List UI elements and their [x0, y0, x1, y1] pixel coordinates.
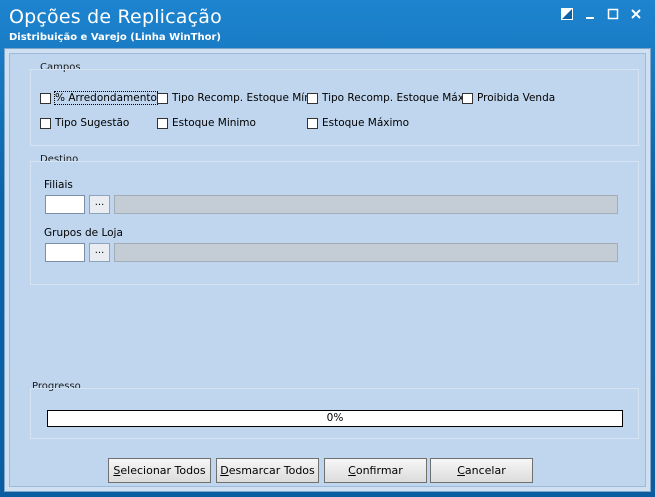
checkbox-label: Proibida Venda: [477, 92, 556, 104]
confirm-mnemonic: C: [348, 464, 356, 477]
checkbox-box[interactable]: [40, 117, 51, 129]
cancel-label: ancelar: [464, 464, 506, 477]
cancel-button[interactable]: Cancelar: [430, 458, 533, 483]
filiais-code-input[interactable]: [45, 195, 85, 214]
checkbox-proibida-venda[interactable]: Proibida Venda: [462, 91, 555, 105]
checkbox-label: Estoque Minimo: [172, 117, 256, 129]
checkbox-box[interactable]: [157, 92, 168, 104]
content-panel: Campos % Arredondamento Tipo Recomp. Est…: [9, 53, 646, 487]
checkbox-box[interactable]: [462, 92, 473, 104]
checkbox-label: Tipo Recomp. Estoque Máx.: [322, 92, 468, 104]
grupos-de-loja-label: Grupos de Loja: [44, 227, 123, 239]
checkbox-tipo-recomp-estoque-max[interactable]: Tipo Recomp. Estoque Máx.: [307, 91, 467, 105]
checkbox-arredondamento[interactable]: % Arredondamento: [40, 91, 158, 105]
progress-bar: 0%: [47, 410, 623, 427]
cancel-mnemonic: C: [457, 464, 465, 477]
checkbox-box[interactable]: [307, 92, 318, 104]
select-all-button[interactable]: Selecionar Todos: [108, 458, 211, 483]
filiais-description-field: [114, 195, 618, 214]
checkbox-label: Estoque Máximo: [322, 117, 410, 129]
checkbox-label: % Arredondamento: [54, 91, 158, 105]
confirm-button[interactable]: Confirmar: [324, 458, 427, 483]
replication-options-window: Opções de Replicação Distribuição e Vare…: [0, 0, 655, 497]
close-icon[interactable]: [629, 8, 643, 22]
window-title: Opções de Replicação: [9, 6, 222, 28]
confirm-label: onfirmar: [355, 464, 403, 477]
deselect-all-mnemonic: D: [220, 464, 229, 477]
checkbox-label: Tipo Recomp. Estoque Mín.: [172, 92, 315, 104]
window-subtitle: Distribuição e Varejo (Linha WinThor): [9, 32, 221, 43]
deselect-all-label: esmarcar Todos: [228, 464, 315, 477]
checkbox-box[interactable]: [157, 117, 168, 129]
checkbox-estoque-maximo[interactable]: Estoque Máximo: [307, 116, 409, 130]
checkbox-tipo-sugestao[interactable]: Tipo Sugestão: [40, 116, 129, 130]
select-all-label: elecionar Todos: [120, 464, 206, 477]
checkbox-label: Tipo Sugestão: [55, 117, 130, 129]
progress-text: 0%: [326, 412, 344, 424]
checkbox-box[interactable]: [40, 92, 51, 104]
checkbox-box[interactable]: [307, 117, 318, 129]
grupos-de-loja-lookup-button[interactable]: ...: [89, 243, 110, 262]
campos-group: [30, 69, 639, 146]
help-icon[interactable]: [560, 8, 574, 22]
grupos-de-loja-description-field: [114, 243, 618, 262]
title-bar[interactable]: Opções de Replicação Distribuição e Vare…: [0, 0, 655, 48]
checkbox-tipo-recomp-estoque-min[interactable]: Tipo Recomp. Estoque Mín.: [157, 91, 314, 105]
destino-group: [30, 161, 639, 285]
maximize-icon[interactable]: [606, 8, 620, 22]
filiais-label: Filiais: [44, 179, 73, 191]
checkbox-estoque-minimo[interactable]: Estoque Minimo: [157, 116, 256, 130]
client-area: Campos % Arredondamento Tipo Recomp. Est…: [4, 48, 651, 492]
filiais-lookup-button[interactable]: ...: [89, 195, 110, 214]
minimize-icon[interactable]: [584, 8, 598, 22]
grupos-de-loja-code-input[interactable]: [45, 243, 85, 262]
deselect-all-button[interactable]: Desmarcar Todos: [216, 458, 319, 483]
